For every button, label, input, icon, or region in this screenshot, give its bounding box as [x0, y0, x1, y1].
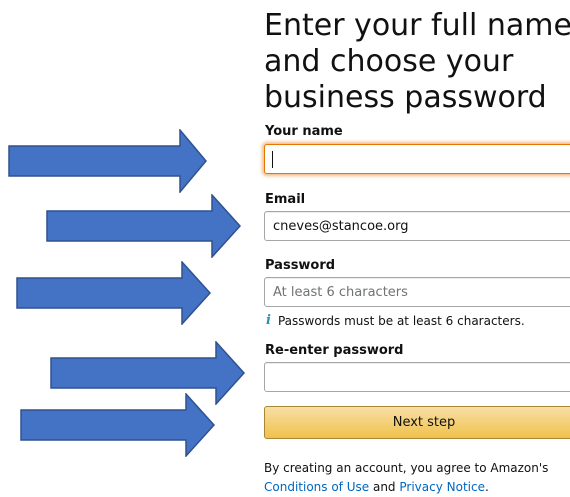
legal-notice: By creating an account, you agree to Ama…: [264, 459, 570, 497]
password-label: Password: [265, 258, 336, 273]
email-label: Email: [265, 192, 306, 207]
email-input[interactable]: [264, 211, 570, 241]
text-cursor: [272, 151, 273, 168]
info-icon: i: [266, 313, 271, 328]
next-step-button[interactable]: Next step: [264, 406, 570, 439]
password-hint: i Passwords must be at least 6 character…: [266, 313, 525, 328]
legal-prefix: By creating an account, you agree to Ama…: [264, 461, 549, 475]
right-arrow-icon: [46, 194, 242, 258]
reenter-password-label: Re-enter password: [265, 343, 404, 358]
right-arrow-icon: [20, 393, 216, 457]
name-input[interactable]: [264, 144, 570, 174]
name-label: Your name: [265, 124, 343, 139]
legal-and: and: [372, 480, 396, 494]
privacy-notice-link[interactable]: Privacy Notice: [399, 480, 485, 494]
password-hint-text: Passwords must be at least 6 characters.: [277, 313, 525, 328]
password-input[interactable]: [264, 277, 570, 307]
right-arrow-icon: [8, 129, 207, 193]
legal-suffix: .: [484, 480, 489, 494]
right-arrow-icon: [16, 261, 212, 325]
conditions-of-use-link[interactable]: Conditions of Use: [264, 480, 369, 494]
page-heading: Enter your full name and choose your bus…: [264, 8, 570, 115]
reenter-password-input[interactable]: [264, 362, 570, 392]
